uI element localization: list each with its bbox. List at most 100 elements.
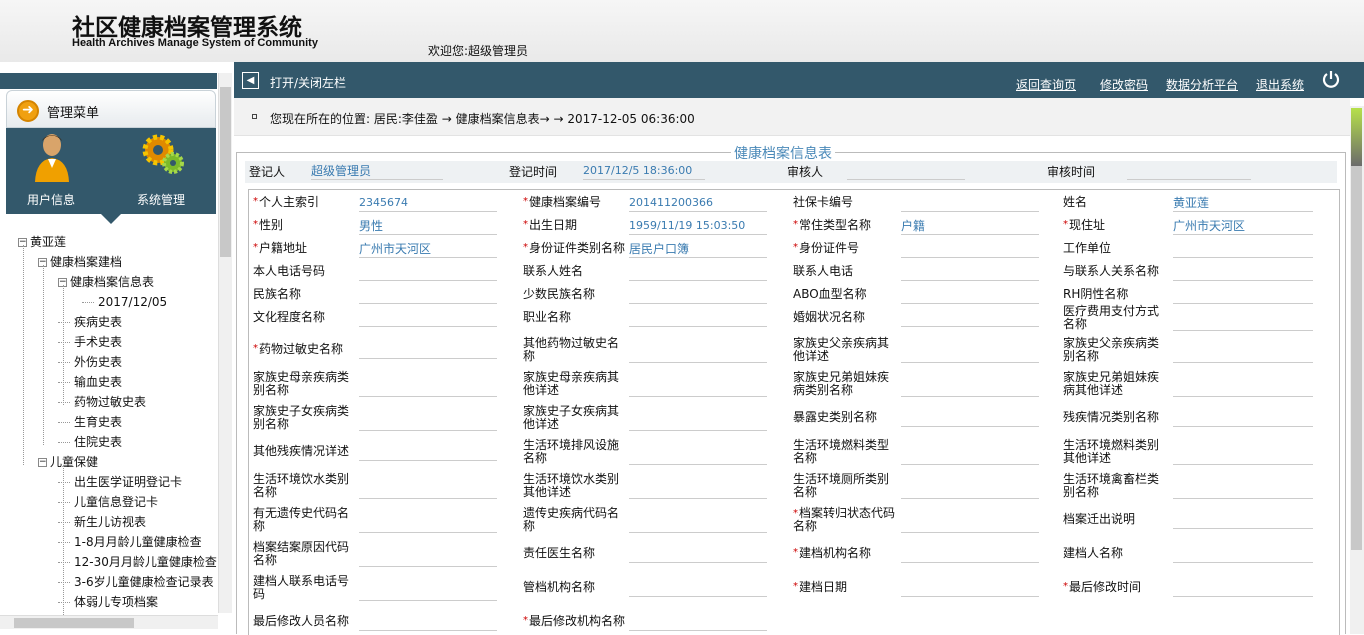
breadcrumb-text: 您现在所在的位置: 居民:李佳盈 → 健康档案信息表→ → 2017-12-05… <box>270 112 695 126</box>
field-value <box>1173 513 1313 529</box>
tree-item[interactable]: 药物过敏史表 <box>58 393 146 411</box>
tree-item[interactable]: − 健康档案信息表 <box>58 273 154 291</box>
tree-item[interactable]: 儿童信息登记卡 <box>58 493 158 511</box>
app-subtitle: Health Archives Manage System of Communi… <box>72 37 318 49</box>
tree-branch-icon <box>82 302 94 303</box>
field-label: 建档人联系电话号码 <box>253 574 350 601</box>
system-manage-button[interactable]: 系统管理 <box>116 128 206 214</box>
field-label: 其他药物过敏史名称 <box>523 336 620 363</box>
field-label: 工作单位 <box>1063 241 1112 255</box>
user-info-button[interactable]: 用户信息 <box>6 128 96 214</box>
field-label: 家族史母亲疾病其他详述 <box>523 370 620 397</box>
field-label: 家族史母亲疾病类别名称 <box>253 370 350 397</box>
tree-item[interactable]: 12-30月月龄儿童健康检查 <box>58 553 217 571</box>
reviewer-value <box>847 164 965 180</box>
tree-item[interactable]: − 黄亚莲 <box>18 233 66 251</box>
tree-item[interactable]: 住院史表 <box>58 433 122 451</box>
field-label: 文化程度名称 <box>253 310 326 324</box>
power-icon[interactable] <box>1322 70 1340 88</box>
field-value <box>901 196 1039 212</box>
field-value <box>1173 411 1313 427</box>
field-value <box>1173 547 1313 563</box>
field-value <box>901 347 1039 363</box>
field-label: *最后修改时间 <box>1063 580 1142 594</box>
tree-item[interactable]: 疾病史表 <box>58 313 122 331</box>
field-value <box>901 265 1039 281</box>
field-label: *建档日期 <box>793 580 848 594</box>
field-label: 有无遗传史代码名称 <box>253 506 350 533</box>
tree-branch-icon <box>58 582 70 583</box>
field-label: 联系人电话 <box>793 264 854 278</box>
toggle-sidebar-icon[interactable]: ◀ <box>242 72 259 89</box>
tree-branch-icon <box>58 542 70 543</box>
field-label: ABO血型名称 <box>793 287 867 301</box>
required-marker: * <box>523 219 528 230</box>
tree-item-label: 健康档案信息表 <box>70 275 155 289</box>
field-label: 少数民族名称 <box>523 287 596 301</box>
required-marker: * <box>253 242 258 253</box>
tree-item[interactable]: − 儿童保健 <box>38 453 98 471</box>
field-value <box>1173 483 1313 499</box>
tree-item[interactable]: 出生医学证明登记卡 <box>58 473 182 491</box>
field-value: 户籍 <box>901 219 1039 235</box>
field-value: 广州市天河区 <box>1173 219 1313 235</box>
field-value: 黄亚莲 <box>1173 196 1313 212</box>
sidebar-horizontal-scrollbar[interactable] <box>0 615 218 629</box>
field-value <box>901 547 1039 563</box>
record-fields-grid: *个人主索引 2345674 *健康档案编号 201411200366 社保卡编号 姓名 黄… <box>248 189 1340 635</box>
field-label: 联系人姓名 <box>523 264 584 278</box>
tree-item[interactable]: 2017/12/05 <box>82 293 167 311</box>
tree-item[interactable]: − 健康档案建档 <box>38 253 122 271</box>
back-to-query-link[interactable]: 返回查询页 <box>1016 76 1076 93</box>
required-marker: * <box>793 581 798 592</box>
field-value <box>359 265 497 281</box>
toggle-sidebar-label[interactable]: 打开/关闭左栏 <box>270 74 346 91</box>
sidebar-scrollbar[interactable] <box>218 73 232 613</box>
field-label: *性别 <box>253 218 284 232</box>
menu-header[interactable]: ➜ 管理菜单 <box>6 90 216 128</box>
field-label: *最后修改机构名称 <box>523 614 626 628</box>
field-label: 姓名 <box>1063 195 1088 209</box>
field-value <box>359 615 497 631</box>
field-value <box>629 288 767 304</box>
tree-collapse-icon[interactable]: − <box>38 458 47 467</box>
field-value <box>901 381 1039 397</box>
menu-title: 管理菜单 <box>47 106 100 121</box>
tree-item[interactable]: 输血史表 <box>58 373 122 391</box>
field-label: 家族史父亲疾病类别名称 <box>1063 336 1160 363</box>
field-value <box>359 311 497 327</box>
main-scrollbar[interactable] <box>1350 106 1364 634</box>
required-marker: * <box>1063 219 1068 230</box>
analysis-platform-link[interactable]: 数据分析平台 <box>1166 76 1238 93</box>
bullet-icon <box>252 114 257 119</box>
record-tree: − 黄亚莲 − 健康档案建档 − 健康档案信息表 2017/12/05 疾病史表 手术史表 外伤史… <box>0 231 217 615</box>
tree-item[interactable]: 生育史表 <box>58 413 122 431</box>
required-marker: * <box>523 615 528 626</box>
field-label: 档案迁出说明 <box>1063 512 1136 526</box>
tree-item[interactable]: 外伤史表 <box>58 353 122 371</box>
logout-link[interactable]: 退出系统 <box>1256 76 1304 93</box>
field-value <box>1173 242 1313 258</box>
field-value <box>629 265 767 281</box>
field-label: *出生日期 <box>523 218 578 232</box>
tree-item[interactable]: 体弱儿专项档案 <box>58 593 158 611</box>
tree-item-label: 儿童保健 <box>50 455 99 469</box>
tree-item-label: 外伤史表 <box>74 355 123 369</box>
tree-item[interactable]: 1-8月月龄儿童健康检查 <box>58 533 202 551</box>
field-label: 残疾情况类别名称 <box>1063 410 1160 424</box>
tree-item[interactable]: 3-6岁儿童健康检查记录表 <box>58 573 214 591</box>
required-marker: * <box>1063 581 1068 592</box>
field-value <box>629 415 767 431</box>
required-marker: * <box>523 242 528 253</box>
tree-item-label: 体弱儿专项档案 <box>74 595 159 609</box>
change-password-link[interactable]: 修改密码 <box>1100 76 1148 93</box>
breadcrumb: 您现在所在的位置: 居民:李佳盈 → 健康档案信息表→ → 2017-12-05… <box>234 98 1350 136</box>
tree-connector <box>63 285 64 405</box>
review-time-value <box>1127 164 1251 180</box>
tree-item-label: 1-8月月龄儿童健康检查 <box>74 535 202 549</box>
field-label: 管档机构名称 <box>523 580 596 594</box>
tree-item[interactable]: 手术史表 <box>58 333 122 351</box>
required-marker: * <box>253 343 258 354</box>
tree-item[interactable]: 新生儿访视表 <box>58 513 146 531</box>
field-value <box>901 581 1039 597</box>
